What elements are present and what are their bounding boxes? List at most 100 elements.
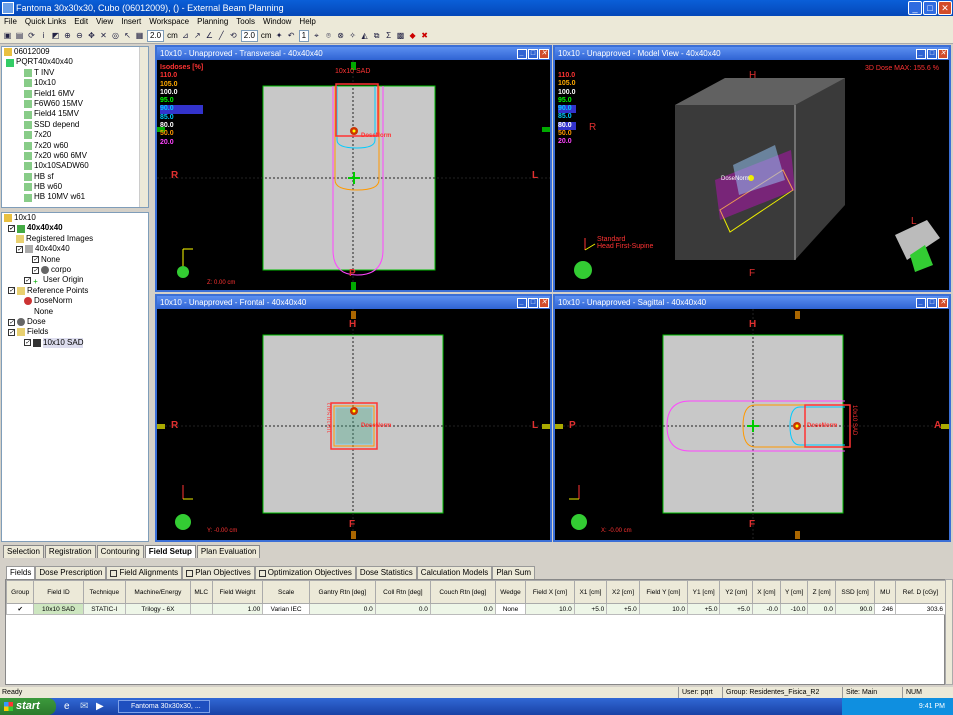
close-button[interactable]: ✕ (938, 1, 952, 15)
maximize-button[interactable]: □ (923, 1, 937, 15)
zoom-field-1[interactable]: 2.0 (147, 29, 165, 42)
cell-mu[interactable]: 246 (874, 603, 896, 615)
cell-ssd[interactable]: 90.0 (834, 603, 876, 615)
col-field-x[interactable]: Field X [cm] (525, 580, 575, 604)
menu-window[interactable]: Window (259, 16, 295, 28)
tab-calculation-models[interactable]: Calculation Models (416, 566, 493, 579)
crosshair-icon[interactable]: ✕ (99, 31, 108, 40)
tree-registered-images[interactable]: Registered Images (2, 234, 148, 244)
refresh-icon[interactable]: ⟳ (27, 31, 36, 40)
block-icon[interactable]: ⊗ (336, 31, 345, 40)
col-x[interactable]: X [cm] (752, 580, 781, 604)
grid-icon[interactable]: ▦ (135, 31, 144, 40)
col-y2[interactable]: Y2 [cm] (719, 580, 753, 604)
cell-field-x[interactable]: 10.0 (525, 603, 575, 615)
clear-icon[interactable]: ✖ (420, 31, 429, 40)
cell-couch[interactable]: 0.0 (429, 603, 496, 615)
tree-plan[interactable]: F6W60 15MV (2, 99, 148, 109)
col-couch[interactable]: Couch Rtn [deg] (429, 580, 496, 604)
isocenter-icon[interactable]: ⌾ (324, 31, 333, 40)
tree-image[interactable]: ✓ 40x40x40 (2, 244, 148, 254)
tab-optimization-objectives[interactable]: Optimization Objectives (254, 566, 356, 579)
viewport-minimize-button[interactable]: _ (517, 297, 527, 308)
cell-technique[interactable]: STATIC-I (82, 603, 126, 615)
cell-ref-dose[interactable]: 303.6 (894, 603, 947, 615)
tree-plan[interactable]: 10x10SADW60 (2, 161, 148, 171)
cell-z[interactable]: 0.0 (807, 603, 836, 615)
menu-help[interactable]: Help (295, 16, 319, 28)
window-level-icon[interactable]: ◩ (51, 31, 60, 40)
tree-dose[interactable]: ✓ Dose (2, 317, 148, 327)
col-field-weight[interactable]: Field Weight (211, 580, 264, 604)
col-x2[interactable]: X2 [cm] (606, 580, 640, 604)
dose-icon[interactable]: ✧ (348, 31, 357, 40)
open-icon[interactable]: ▣ (3, 31, 12, 40)
cell-wedge[interactable]: None (494, 603, 527, 615)
tree-plan[interactable]: HB 10MV w61 (2, 192, 148, 202)
menu-quick-links[interactable]: Quick Links (21, 16, 70, 28)
cell-y1[interactable]: +5.0 (686, 603, 721, 615)
tab-field-setup[interactable]: Field Setup (144, 545, 196, 558)
tree-plan[interactable]: Field1 6MV (2, 89, 148, 99)
col-technique[interactable]: Technique (82, 580, 126, 604)
tree-none[interactable]: ✓ None (2, 255, 148, 265)
beam-icon[interactable]: ✦ (275, 31, 284, 40)
tab-plan-objectives[interactable]: Plan Objectives (182, 566, 255, 579)
copy-icon[interactable]: ⧉ (372, 31, 381, 40)
col-ssd[interactable]: SSD [cm] (834, 580, 876, 604)
tab-fields[interactable]: Fields (6, 566, 36, 579)
menu-view[interactable]: View (92, 16, 117, 28)
menu-insert[interactable]: Insert (117, 16, 145, 28)
tab-contouring[interactable]: Contouring (96, 545, 144, 558)
cell-x1[interactable]: +5.0 (573, 603, 608, 615)
cell-y2[interactable]: +5.0 (719, 603, 753, 615)
measure-icon[interactable]: ↗ (193, 31, 202, 40)
col-mlc[interactable]: MLC (189, 580, 213, 604)
ie-icon[interactable]: e (64, 701, 70, 712)
tree-plan[interactable]: Field4 15MV (2, 109, 148, 119)
col-z[interactable]: Z [cm] (807, 580, 836, 604)
viewport-minimize-button[interactable]: _ (517, 48, 527, 59)
col-coll[interactable]: Coll Rtn [deg] (374, 580, 431, 604)
tree-fields[interactable]: ✓ Fields (2, 327, 148, 337)
tree-user-origin[interactable]: ✓ + User Origin (2, 275, 148, 286)
tree-field-10x10[interactable]: ✓ 10x10 SAD (2, 337, 148, 349)
tab-dose-statistics[interactable]: Dose Statistics (355, 566, 417, 579)
viewport-model-view[interactable]: 10x10 - Unapproved - Model View - 40x40x… (553, 45, 951, 292)
tab-dose-prescription[interactable]: Dose Prescription (35, 566, 107, 579)
viewport-transversal[interactable]: 10x10 - Unapproved - Transversal - 40x40… (155, 45, 552, 292)
viewport-close-button[interactable]: ✕ (938, 48, 948, 59)
minimize-button[interactable]: _ (908, 1, 922, 15)
tree-patient[interactable]: 06012009 (2, 47, 148, 57)
frontal-image[interactable] (157, 309, 550, 540)
viewport-maximize-button[interactable]: □ (927, 48, 937, 59)
tree-course[interactable]: PQRT40x40x40 (2, 57, 148, 67)
menu-edit[interactable]: Edit (70, 16, 92, 28)
menu-tools[interactable]: Tools (232, 16, 259, 28)
tab-plan-evaluation[interactable]: Plan Evaluation (196, 545, 261, 558)
cell-field-id[interactable]: 10x10 SAD (33, 603, 84, 615)
cell-machine[interactable]: Trilogy - 6X (124, 603, 191, 615)
tree-structure-set[interactable]: ✓ 40x40x40 (2, 223, 148, 233)
col-wedge[interactable]: Wedge (494, 580, 527, 604)
tree-plan[interactable]: HB sf (2, 172, 148, 182)
tree-plan[interactable]: 7x20 w60 (2, 141, 148, 151)
viewport-maximize-button[interactable]: □ (528, 297, 538, 308)
cell-field-weight[interactable]: 1.00 (211, 603, 264, 615)
tree-none-2[interactable]: None (2, 307, 148, 317)
field-alignments-checkbox[interactable] (110, 569, 118, 577)
pan-icon[interactable]: ✥ (87, 31, 96, 40)
optimization-objectives-checkbox[interactable] (258, 569, 266, 577)
col-field-id[interactable]: Field ID (33, 580, 84, 604)
menu-file[interactable]: File (0, 16, 21, 28)
menu-workspace[interactable]: Workspace (145, 16, 193, 28)
col-machine[interactable]: Machine/Energy (124, 580, 191, 604)
zoom-field-2[interactable]: 2.0 (240, 29, 258, 42)
save-icon[interactable]: ▤ (15, 31, 24, 40)
target-icon[interactable]: ◎ (111, 31, 120, 40)
cell-field-y[interactable]: 10.0 (638, 603, 688, 615)
tree-dosenorm[interactable]: DoseNorm (2, 296, 148, 306)
media-icon[interactable]: ▶ (96, 701, 104, 712)
cell-coll[interactable]: 0.0 (374, 603, 431, 615)
taskbar-app-button[interactable]: Fantoma 30x30x30, ... (118, 700, 210, 713)
